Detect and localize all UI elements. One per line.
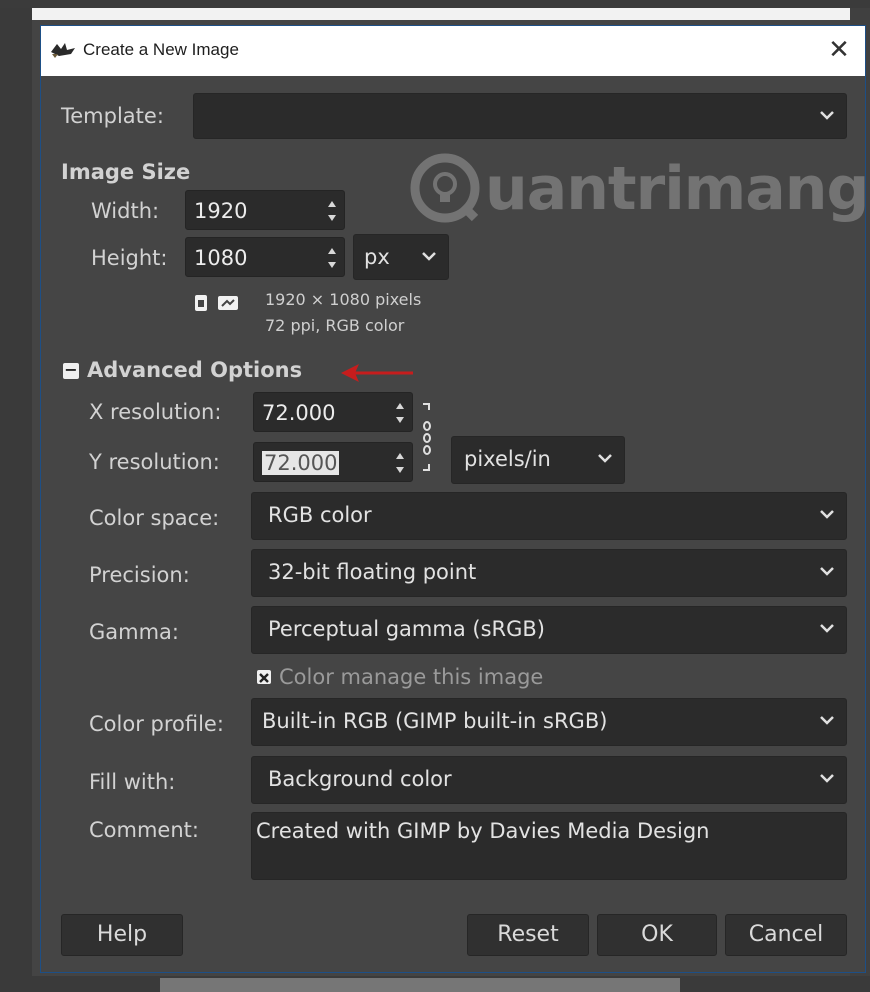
color-manage-label[interactable]: Color manage this image xyxy=(279,665,543,689)
color-profile-dropdown[interactable]: Built-in RGB (GIMP built-in sRGB) xyxy=(251,698,847,746)
resolution-unit-dropdown[interactable]: pixels/in xyxy=(451,436,625,484)
y-resolution-label: Y resolution: xyxy=(89,450,220,474)
template-label: Template: xyxy=(61,104,164,128)
bulb-logo-icon xyxy=(410,153,480,223)
color-space-label: Color space: xyxy=(89,506,220,530)
gamma-dropdown[interactable]: Perceptual gamma (sRGB) xyxy=(251,606,847,654)
chevron-down-icon xyxy=(820,509,834,519)
width-spinbox[interactable]: 1920 xyxy=(185,190,345,230)
size-unit-value: px xyxy=(364,245,390,269)
backdrop-left xyxy=(0,8,32,992)
spin-arrows-icon[interactable] xyxy=(326,243,338,273)
color-profile-value: Built-in RGB (GIMP built-in sRGB) xyxy=(262,709,608,733)
chevron-down-icon xyxy=(820,110,834,120)
color-space-dropdown[interactable]: RGB color xyxy=(251,492,847,540)
fill-with-label: Fill with: xyxy=(89,770,176,794)
precision-dropdown[interactable]: 32-bit floating point xyxy=(251,549,847,597)
fill-with-dropdown[interactable]: Background color xyxy=(251,756,847,804)
width-label: Width: xyxy=(91,199,160,223)
precision-label: Precision: xyxy=(89,563,190,587)
spin-arrows-icon[interactable] xyxy=(394,448,406,478)
precision-value: 32-bit floating point xyxy=(268,560,477,584)
x-resolution-spinbox[interactable]: 72.000 xyxy=(253,392,413,432)
quantrimang-watermark: uantrimang xyxy=(409,146,869,236)
size-info-pixels: 1920 × 1080 pixels xyxy=(265,290,422,309)
y-resolution-value: 72.000 xyxy=(262,451,340,475)
chevron-down-icon xyxy=(820,566,834,576)
height-value: 1080 xyxy=(194,246,248,270)
backdrop-top xyxy=(0,0,870,8)
chain-link-icon[interactable] xyxy=(421,402,433,472)
chevron-down-icon xyxy=(598,453,612,463)
size-unit-dropdown[interactable]: px xyxy=(353,234,449,280)
watermark-text: uantrimang xyxy=(485,154,869,224)
chevron-down-icon xyxy=(820,623,834,633)
height-spinbox[interactable]: 1080 xyxy=(185,237,345,277)
fill-with-value: Background color xyxy=(268,767,452,791)
color-manage-checkbox[interactable] xyxy=(257,670,271,684)
window-title: Create a New Image xyxy=(83,40,239,59)
x-resolution-label: X resolution: xyxy=(89,400,222,424)
gimp-wilber-icon xyxy=(49,40,79,60)
gamma-value: Perceptual gamma (sRGB) xyxy=(268,617,545,641)
spin-arrows-icon[interactable] xyxy=(326,196,338,226)
red-arrow-icon xyxy=(339,360,415,386)
portrait-orientation-icon[interactable] xyxy=(193,294,209,312)
template-dropdown[interactable] xyxy=(193,93,847,139)
title-bar[interactable]: Create a New Image ✕ xyxy=(41,26,865,76)
ok-button[interactable]: OK xyxy=(597,914,717,956)
landscape-orientation-icon[interactable] xyxy=(217,294,239,312)
collapse-toggle-icon[interactable]: − xyxy=(63,362,79,379)
spin-arrows-icon[interactable] xyxy=(394,398,406,428)
backdrop-shadow xyxy=(160,978,680,992)
comment-label: Comment: xyxy=(89,818,199,842)
image-size-heading: Image Size xyxy=(61,160,191,184)
chevron-down-icon xyxy=(820,715,834,725)
x-resolution-value: 72.000 xyxy=(262,401,336,425)
resolution-unit-value: pixels/in xyxy=(464,447,551,471)
chevron-down-icon xyxy=(422,251,436,261)
y-resolution-spinbox[interactable]: 72.000 xyxy=(253,442,413,482)
cancel-button[interactable]: Cancel xyxy=(725,914,847,956)
color-space-value: RGB color xyxy=(268,503,372,527)
gamma-label: Gamma: xyxy=(89,620,179,644)
help-button[interactable]: Help xyxy=(61,914,183,956)
comment-textarea[interactable]: Created with GIMP by Davies Media Design xyxy=(251,812,847,880)
reset-button[interactable]: Reset xyxy=(467,914,589,956)
close-button[interactable]: ✕ xyxy=(823,34,855,66)
chevron-down-icon xyxy=(820,773,834,783)
color-profile-label: Color profile: xyxy=(89,712,224,736)
advanced-options-heading[interactable]: Advanced Options xyxy=(87,358,302,382)
comment-value: Created with GIMP by Davies Media Design xyxy=(256,819,710,843)
size-info-resolution: 72 ppi, RGB color xyxy=(265,316,405,335)
height-label: Height: xyxy=(91,246,168,270)
width-value: 1920 xyxy=(194,199,248,223)
create-new-image-dialog: Create a New Image ✕ uantrimang Template… xyxy=(40,25,869,973)
